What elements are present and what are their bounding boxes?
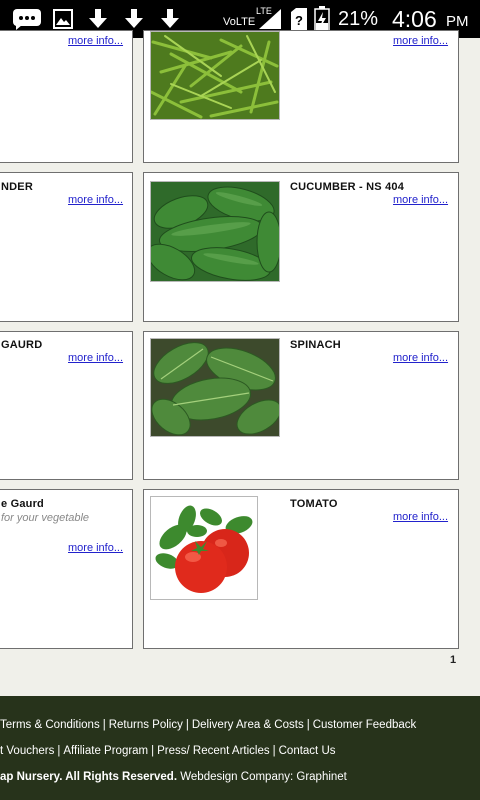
product-card: SPINACH more info...: [143, 331, 459, 480]
footer-copyright: ap Nursery. All Rights Reserved. Webdesi…: [0, 771, 347, 783]
download-icon: [161, 9, 179, 28]
footer-link-vouchers[interactable]: t Vouchers: [0, 745, 54, 757]
product-title: NDER: [1, 181, 33, 193]
footer-links-row-2: t Vouchers | Affiliate Program | Press/ Rece…: [0, 745, 336, 757]
separator: |: [185, 719, 189, 731]
cucumber-image[interactable]: [150, 181, 280, 282]
separator: |: [57, 745, 61, 757]
svg-text:?: ?: [295, 13, 303, 28]
product-card: CUCUMBER - NS 404 more info...: [143, 172, 459, 322]
battery-percentage: 21%: [338, 8, 379, 30]
download-icon: [125, 9, 143, 28]
separator: |: [151, 745, 155, 757]
clock-time: 4:06: [392, 6, 437, 32]
separator: |: [102, 719, 106, 731]
footer-link-delivery[interactable]: Delivery Area & Costs: [192, 719, 304, 731]
product-card: GAURD more info...: [0, 331, 133, 480]
footer-link-returns[interactable]: Returns Policy: [109, 719, 183, 731]
separator: |: [272, 745, 276, 757]
tomato-image[interactable]: [150, 496, 258, 600]
product-card: e Gaurd for your vegetable more info...: [0, 489, 133, 649]
product-card: more info...: [143, 30, 459, 163]
message-notification-icon: [13, 9, 41, 30]
product-title: CUCUMBER - NS 404: [290, 181, 405, 193]
pagination-current-page[interactable]: 1: [450, 654, 456, 666]
green-beans-image[interactable]: [150, 31, 280, 120]
clock-ampm: PM: [446, 13, 469, 30]
volte-label: VoLTE: [223, 16, 256, 28]
download-icon: [89, 9, 107, 28]
more-info-link[interactable]: more info...: [393, 194, 448, 206]
footer-links-row-1: Terms & Conditions | Returns Policy | Delive…: [0, 719, 416, 731]
footer-link-press[interactable]: Press/ Recent Articles: [157, 745, 269, 757]
footer-link-terms[interactable]: Terms & Conditions: [0, 719, 100, 731]
footer-link-contact[interactable]: Contact Us: [279, 745, 336, 757]
webdesign-credit-link[interactable]: Webdesign Company: Graphinet: [180, 771, 347, 783]
signal-icon: [259, 9, 281, 29]
product-subtitle: for your vegetable: [1, 512, 90, 524]
more-info-link[interactable]: more info...: [393, 352, 448, 364]
separator: |: [306, 719, 310, 731]
copyright-text: ap Nursery. All Rights Reserved.: [0, 771, 178, 783]
product-title: TOMATO: [290, 498, 338, 510]
product-title: GAURD: [1, 339, 43, 351]
product-card: TOMATO more info...: [143, 489, 459, 649]
footer-link-feedback[interactable]: Customer Feedback: [313, 719, 417, 731]
product-card: NDER more info...: [0, 172, 133, 322]
image-notification-icon: [53, 9, 73, 29]
spinach-image[interactable]: [150, 338, 280, 437]
product-title: e Gaurd: [1, 498, 44, 510]
more-info-link[interactable]: more info...: [393, 511, 448, 523]
more-info-link[interactable]: more info...: [68, 35, 123, 47]
product-card: more info...: [0, 30, 133, 163]
more-info-link[interactable]: more info...: [68, 194, 123, 206]
site-footer: Terms & Conditions | Returns Policy | Delive…: [0, 696, 480, 800]
product-title: SPINACH: [290, 339, 341, 351]
battery-icon: [314, 6, 330, 32]
footer-link-affiliate[interactable]: Affiliate Program: [63, 745, 148, 757]
no-sim-icon: ?: [291, 8, 307, 30]
more-info-link[interactable]: more info...: [68, 542, 123, 554]
more-info-link[interactable]: more info...: [68, 352, 123, 364]
more-info-link[interactable]: more info...: [393, 35, 448, 47]
